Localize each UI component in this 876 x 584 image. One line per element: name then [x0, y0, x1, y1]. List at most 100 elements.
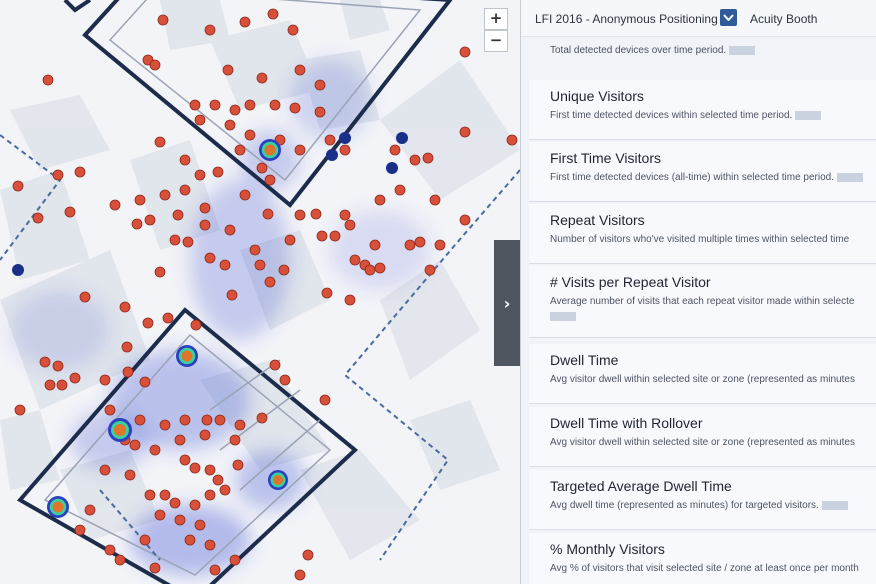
device-dot[interactable]: [269, 99, 281, 111]
device-dot[interactable]: [374, 194, 386, 206]
device-dot[interactable]: [339, 144, 351, 156]
metric-first-time-visitors[interactable]: First Time Visitors First time detected …: [529, 142, 876, 202]
info-badge[interactable]: [837, 172, 863, 182]
device-dot[interactable]: [44, 379, 56, 391]
device-dot[interactable]: [179, 154, 191, 166]
device-dot[interactable]: [149, 59, 161, 71]
device-dot[interactable]: [459, 214, 471, 226]
device-dot[interactable]: [154, 509, 166, 521]
device-dot[interactable]: [254, 259, 266, 271]
hotspot-marker[interactable]: [181, 350, 193, 362]
device-dot[interactable]: [52, 169, 64, 181]
device-dot[interactable]: [389, 144, 401, 156]
device-dot[interactable]: [294, 209, 306, 221]
device-dot[interactable]: [239, 16, 251, 28]
device-dot[interactable]: [316, 230, 328, 242]
map-canvas[interactable]: [0, 0, 520, 584]
device-dot[interactable]: [234, 144, 246, 156]
device-dot[interactable]: [212, 166, 224, 178]
device-dot[interactable]: [69, 372, 81, 384]
device-dot[interactable]: [267, 8, 279, 20]
device-dot[interactable]: [194, 114, 206, 126]
device-dot[interactable]: [204, 489, 216, 501]
device-dot[interactable]: [349, 254, 361, 266]
device-dot[interactable]: [189, 499, 201, 511]
device-dot[interactable]: [179, 454, 191, 466]
device-dot[interactable]: [414, 236, 426, 248]
metric-visits-per-repeat-visitor[interactable]: # Visits per Repeat Visitor Average numb…: [529, 266, 876, 338]
device-dot[interactable]: [310, 208, 322, 220]
device-dot[interactable]: [204, 24, 216, 36]
device-dot[interactable]: [129, 439, 141, 451]
collapse-panel-button[interactable]: ›: [494, 240, 520, 366]
device-dot[interactable]: [409, 154, 421, 166]
device-dot[interactable]: [204, 539, 216, 551]
hotspot-marker[interactable]: [273, 475, 283, 485]
report-dropdown-button[interactable]: [720, 9, 737, 26]
device-dot[interactable]: [142, 317, 154, 329]
device-dot[interactable]: [14, 404, 26, 416]
device-dot[interactable]: [344, 219, 356, 231]
hotspot-marker[interactable]: [52, 501, 64, 513]
device-dot[interactable]: [339, 209, 351, 221]
device-dot[interactable]: [79, 291, 91, 303]
device-dot[interactable]: [154, 136, 166, 148]
device-dot[interactable]: [154, 266, 166, 278]
device-dot[interactable]: [294, 144, 306, 156]
device-dot[interactable]: [144, 489, 156, 501]
device-dot[interactable]: [149, 562, 161, 574]
device-dot[interactable]: [174, 514, 186, 526]
device-dot[interactable]: [42, 74, 54, 86]
device-dot[interactable]: [74, 524, 86, 536]
device-dot[interactable]: [264, 276, 276, 288]
device-dot[interactable]: [324, 134, 336, 146]
device-dot[interactable]: [319, 394, 331, 406]
device-dot[interactable]: [99, 374, 111, 386]
device-dot[interactable]: [199, 429, 211, 441]
device-dot[interactable]: [84, 504, 96, 516]
metric-repeat-visitors[interactable]: Repeat Visitors Number of visitors who'v…: [529, 204, 876, 264]
device-dot[interactable]: [429, 194, 441, 206]
device-dot[interactable]: [434, 239, 446, 251]
device-dot[interactable]: [278, 264, 290, 276]
tracked-device-dot[interactable]: [386, 162, 398, 174]
device-dot[interactable]: [321, 287, 333, 299]
device-dot[interactable]: [179, 184, 191, 196]
device-dot[interactable]: [256, 162, 268, 174]
device-dot[interactable]: [109, 199, 121, 211]
device-dot[interactable]: [214, 414, 226, 426]
device-dot[interactable]: [224, 224, 236, 236]
device-dot[interactable]: [104, 544, 116, 556]
info-badge[interactable]: [795, 110, 822, 120]
device-dot[interactable]: [149, 444, 161, 456]
metric-dwell-time-rollover[interactable]: Dwell Time with Rollover Avg visitor dwe…: [529, 407, 876, 467]
tracked-device-dot[interactable]: [396, 132, 408, 144]
device-dot[interactable]: [459, 46, 471, 58]
device-dot[interactable]: [244, 129, 256, 141]
positioning-map[interactable]: + − ›: [0, 0, 520, 584]
device-dot[interactable]: [204, 464, 216, 476]
device-dot[interactable]: [12, 180, 24, 192]
device-dot[interactable]: [314, 106, 326, 118]
device-dot[interactable]: [194, 519, 206, 531]
info-badge[interactable]: [550, 312, 576, 321]
device-dot[interactable]: [294, 64, 306, 76]
device-dot[interactable]: [302, 549, 314, 561]
device-dot[interactable]: [162, 312, 174, 324]
device-dot[interactable]: [182, 236, 194, 248]
device-dot[interactable]: [394, 184, 406, 196]
tracked-device-dot[interactable]: [326, 149, 338, 161]
device-dot[interactable]: [344, 294, 356, 306]
device-dot[interactable]: [249, 244, 261, 256]
device-dot[interactable]: [219, 484, 231, 496]
device-dot[interactable]: [131, 218, 143, 230]
device-dot[interactable]: [139, 376, 151, 388]
device-dot[interactable]: [169, 497, 181, 509]
device-dot[interactable]: [39, 356, 51, 368]
device-dot[interactable]: [256, 72, 268, 84]
device-dot[interactable]: [114, 554, 126, 566]
device-dot[interactable]: [159, 489, 171, 501]
info-badge[interactable]: [821, 500, 848, 510]
device-dot[interactable]: [374, 262, 386, 274]
device-dot[interactable]: [229, 104, 241, 116]
